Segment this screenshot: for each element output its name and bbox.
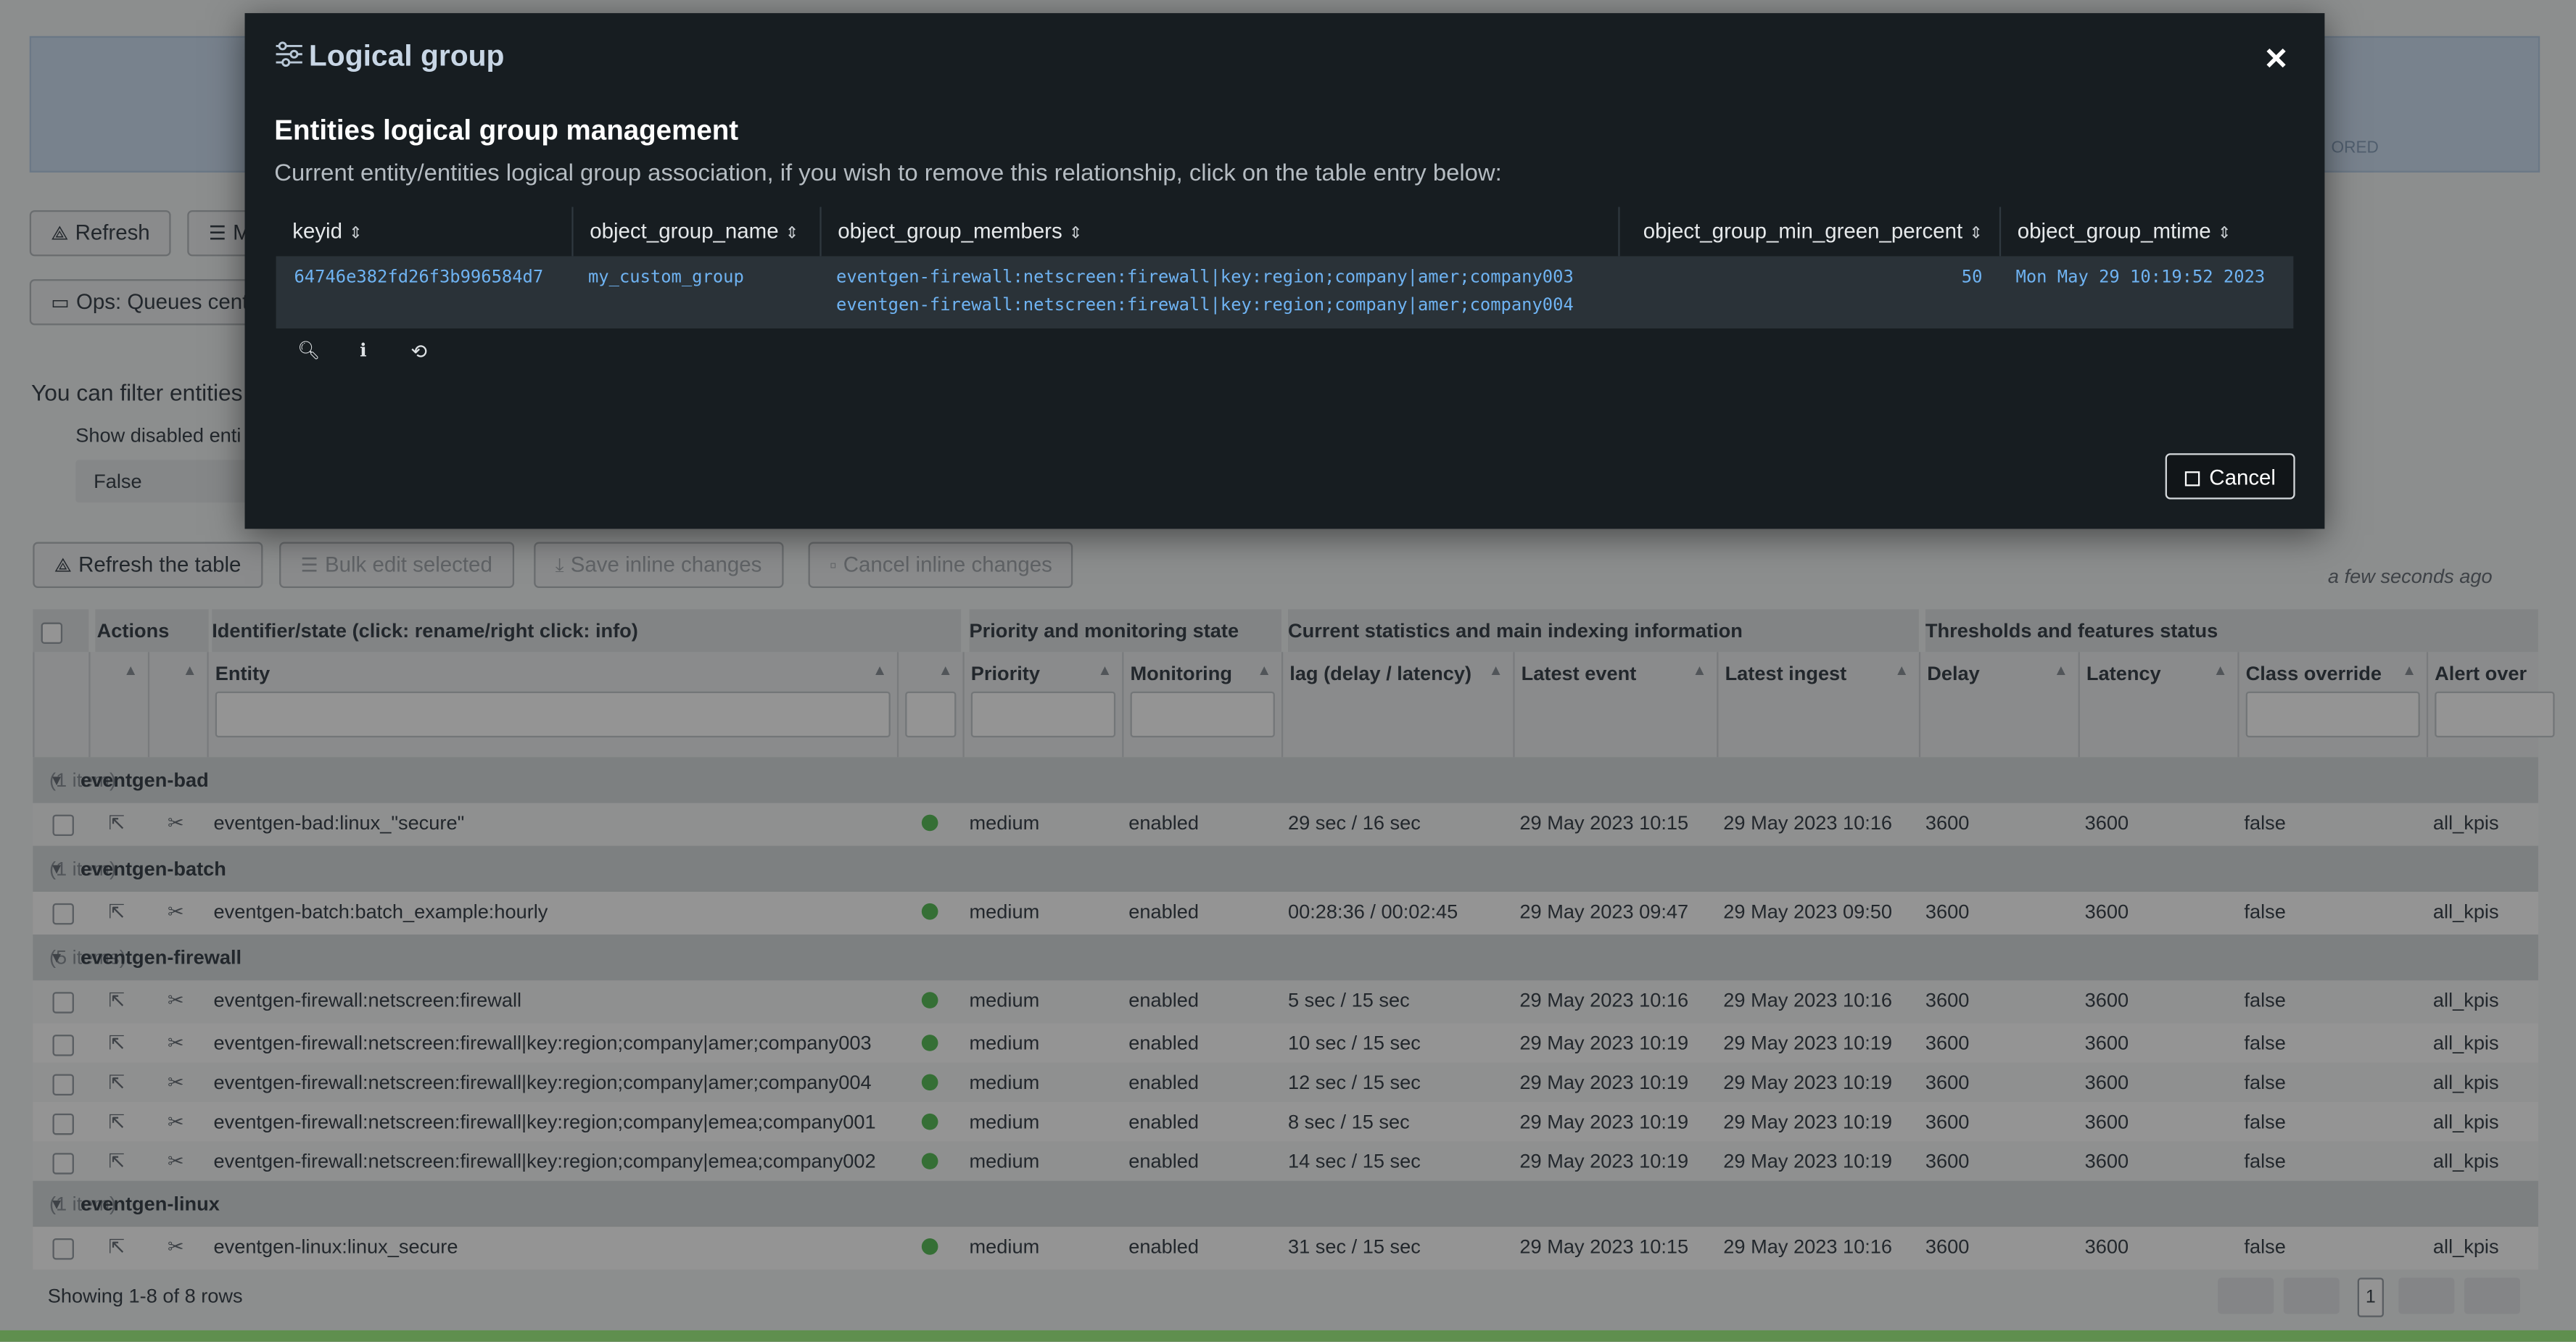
sort-icon: ⇕ — [785, 225, 799, 244]
members-cell-line-1: eventgen-firewall:netscreen:firewall|key… — [836, 268, 1574, 288]
col-min-green-percent[interactable]: object_group_min_green_percent ⇕ — [1618, 207, 1999, 257]
bottom-accent-bar — [0, 1330, 2576, 1342]
sort-icon: ⇕ — [349, 225, 363, 244]
logical-group-modal: Logical group ✕ Entities logical group m… — [244, 13, 2325, 529]
col-mtime[interactable]: object_group_mtime ⇕ — [1999, 207, 2295, 257]
modal-title-text: Logical group — [308, 39, 505, 73]
square-icon — [2184, 471, 2200, 486]
cancel-button[interactable]: Cancel — [2165, 453, 2295, 500]
col-object-group-name[interactable]: object_group_name ⇕ — [571, 207, 820, 257]
page: ORED ⟁ Refresh ☰ M ▭ Ops: Queues cente You … — [0, 0, 2576, 1342]
reset-icon[interactable]: ⟲ — [410, 340, 427, 363]
keyid-cell: 64746e382fd26f3b996584d7 — [294, 268, 544, 288]
sliders-icon — [274, 39, 304, 77]
members-cell-line-2: eventgen-firewall:netscreen:firewall|key… — [836, 295, 1574, 315]
min-green-percent-cell: 50 — [1961, 268, 1983, 288]
col-object-group-members[interactable]: object_group_members ⇕ — [820, 207, 1618, 257]
sort-icon: ⇕ — [1969, 225, 1983, 244]
modal-heading: Entities logical group management — [274, 115, 739, 146]
modal-description: Current entity/entities logical group as… — [274, 160, 1502, 188]
group-name-cell: my_custom_group — [587, 268, 744, 288]
modal-title: Logical group — [274, 39, 504, 77]
search-icon[interactable]: 🔍︎ — [297, 340, 321, 361]
col-keyid[interactable]: keyid ⇕ — [276, 207, 572, 256]
group-association-row[interactable]: 64746e382fd26f3b996584d7 my_custom_group… — [276, 256, 2294, 329]
info-icon[interactable]: i — [360, 340, 366, 361]
sort-icon: ⇕ — [1068, 225, 1083, 244]
sort-icon: ⇕ — [2217, 225, 2232, 244]
close-icon[interactable]: ✕ — [2263, 43, 2288, 78]
mtime-cell: Mon May 29 10:19:52 2023 — [2015, 268, 2266, 288]
